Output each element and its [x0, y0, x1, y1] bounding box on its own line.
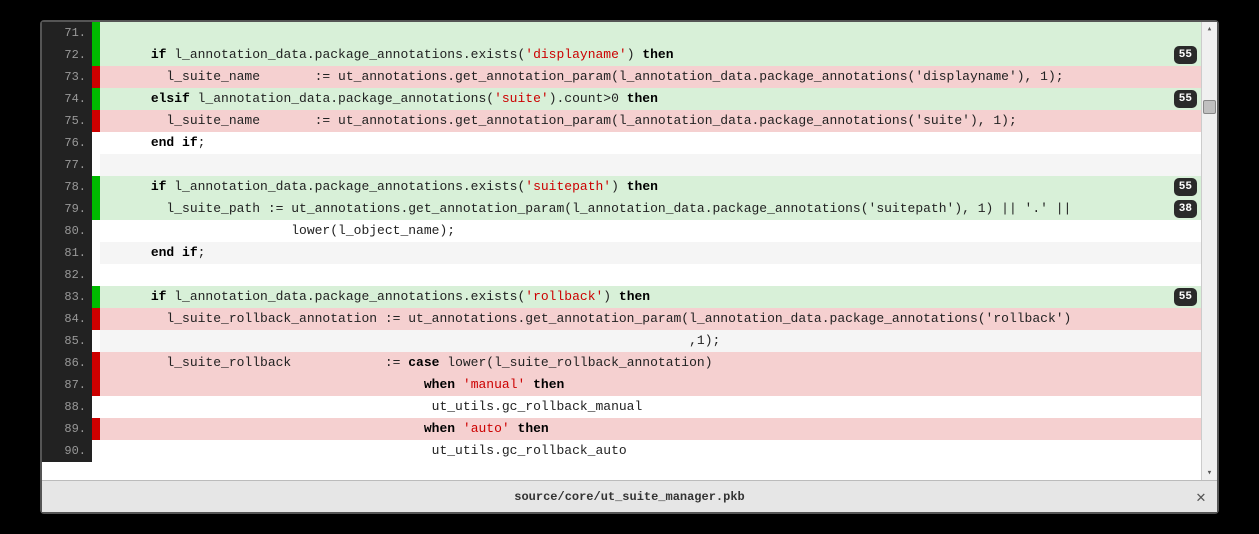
coverage-marker: [92, 440, 100, 462]
code-content: if l_annotation_data.package_annotations…: [100, 44, 1201, 66]
scrollbar-thumb[interactable]: [1203, 100, 1216, 114]
hit-count-badge: 55: [1174, 178, 1197, 196]
code-line: 71.: [42, 22, 1201, 44]
line-number: 76.: [42, 132, 92, 154]
coverage-marker: [92, 154, 100, 176]
coverage-marker: [92, 22, 100, 44]
code-line: 85. ,1);: [42, 330, 1201, 352]
coverage-marker: [92, 374, 100, 396]
code-line: 84. l_suite_rollback_annotation := ut_an…: [42, 308, 1201, 330]
scroll-up-arrow[interactable]: ▴: [1202, 22, 1217, 36]
code-content: l_suite_rollback := case lower(l_suite_r…: [100, 352, 1201, 374]
scroll-down-arrow[interactable]: ▾: [1202, 466, 1217, 480]
code-line: 74. elsif l_annotation_data.package_anno…: [42, 88, 1201, 110]
code-table: 71.72. if l_annotation_data.package_anno…: [42, 22, 1201, 462]
coverage-marker: [92, 66, 100, 88]
line-number: 71.: [42, 22, 92, 44]
code-content: l_suite_name := ut_annotations.get_annot…: [100, 66, 1201, 88]
coverage-marker: [92, 242, 100, 264]
code-content: ut_utils.gc_rollback_manual: [100, 396, 1201, 418]
code-line: 77.: [42, 154, 1201, 176]
line-number: 84.: [42, 308, 92, 330]
hit-count-badge: 55: [1174, 288, 1197, 306]
coverage-marker: [92, 110, 100, 132]
code-line: 75. l_suite_name := ut_annotations.get_a…: [42, 110, 1201, 132]
line-number: 75.: [42, 110, 92, 132]
footer-bar: source/core/ut_suite_manager.pkb ✕: [42, 480, 1217, 512]
coverage-marker: [92, 132, 100, 154]
file-path: source/core/ut_suite_manager.pkb: [514, 490, 744, 504]
code-line: 81. end if;: [42, 242, 1201, 264]
code-content: lower(l_object_name);: [100, 220, 1201, 242]
code-content: l_suite_name := ut_annotations.get_annot…: [100, 110, 1201, 132]
code-line: 89. when 'auto' then: [42, 418, 1201, 440]
coverage-marker: [92, 176, 100, 198]
code-content: end if;: [100, 242, 1201, 264]
coverage-marker: [92, 352, 100, 374]
line-number: 73.: [42, 66, 92, 88]
line-number: 79.: [42, 198, 92, 220]
line-number: 89.: [42, 418, 92, 440]
hit-count-badge: 55: [1174, 90, 1197, 108]
code-content: [100, 154, 1201, 176]
code-content: [100, 22, 1201, 44]
code-content: if l_annotation_data.package_annotations…: [100, 286, 1201, 308]
code-line: 80. lower(l_object_name);: [42, 220, 1201, 242]
code-line: 79. l_suite_path := ut_annotations.get_a…: [42, 198, 1201, 220]
code-line: 76. end if;: [42, 132, 1201, 154]
coverage-marker: [92, 396, 100, 418]
vertical-scrollbar[interactable]: ▴ ▾: [1201, 22, 1217, 480]
hit-count-badge: 55: [1174, 46, 1197, 64]
coverage-marker: [92, 88, 100, 110]
code-line: 83. if l_annotation_data.package_annotat…: [42, 286, 1201, 308]
code-content: l_suite_rollback_annotation := ut_annota…: [100, 308, 1201, 330]
code-content: when 'auto' then: [100, 418, 1201, 440]
coverage-marker: [92, 264, 100, 286]
code-line: 82.: [42, 264, 1201, 286]
code-content: [100, 264, 1201, 286]
line-number: 74.: [42, 88, 92, 110]
line-number: 82.: [42, 264, 92, 286]
line-number: 81.: [42, 242, 92, 264]
line-number: 78.: [42, 176, 92, 198]
coverage-marker: [92, 418, 100, 440]
line-number: 77.: [42, 154, 92, 176]
code-line: 73. l_suite_name := ut_annotations.get_a…: [42, 66, 1201, 88]
code-line: 86. l_suite_rollback := case lower(l_sui…: [42, 352, 1201, 374]
line-number: 86.: [42, 352, 92, 374]
close-button[interactable]: ✕: [1191, 487, 1211, 507]
code-content: when 'manual' then: [100, 374, 1201, 396]
line-number: 72.: [42, 44, 92, 66]
code-viewer[interactable]: 71.72. if l_annotation_data.package_anno…: [42, 22, 1201, 480]
coverage-marker: [92, 198, 100, 220]
code-content: if l_annotation_data.package_annotations…: [100, 176, 1201, 198]
coverage-marker: [92, 286, 100, 308]
line-number: 83.: [42, 286, 92, 308]
code-line: 90. ut_utils.gc_rollback_auto: [42, 440, 1201, 462]
code-content: elsif l_annotation_data.package_annotati…: [100, 88, 1201, 110]
code-line: 72. if l_annotation_data.package_annotat…: [42, 44, 1201, 66]
code-line: 87. when 'manual' then: [42, 374, 1201, 396]
line-number: 85.: [42, 330, 92, 352]
hit-count-badge: 38: [1174, 200, 1197, 218]
code-line: 78. if l_annotation_data.package_annotat…: [42, 176, 1201, 198]
code-content: end if;: [100, 132, 1201, 154]
code-content: ut_utils.gc_rollback_auto: [100, 440, 1201, 462]
line-number: 90.: [42, 440, 92, 462]
coverage-marker: [92, 330, 100, 352]
dialog-window: 71.72. if l_annotation_data.package_anno…: [40, 20, 1219, 514]
line-number: 80.: [42, 220, 92, 242]
line-number: 87.: [42, 374, 92, 396]
code-line: 88. ut_utils.gc_rollback_manual: [42, 396, 1201, 418]
coverage-marker: [92, 44, 100, 66]
code-content: ,1);: [100, 330, 1201, 352]
coverage-marker: [92, 220, 100, 242]
content-area: 71.72. if l_annotation_data.package_anno…: [42, 22, 1217, 480]
line-number: 88.: [42, 396, 92, 418]
coverage-marker: [92, 308, 100, 330]
code-content: l_suite_path := ut_annotations.get_annot…: [100, 198, 1201, 220]
